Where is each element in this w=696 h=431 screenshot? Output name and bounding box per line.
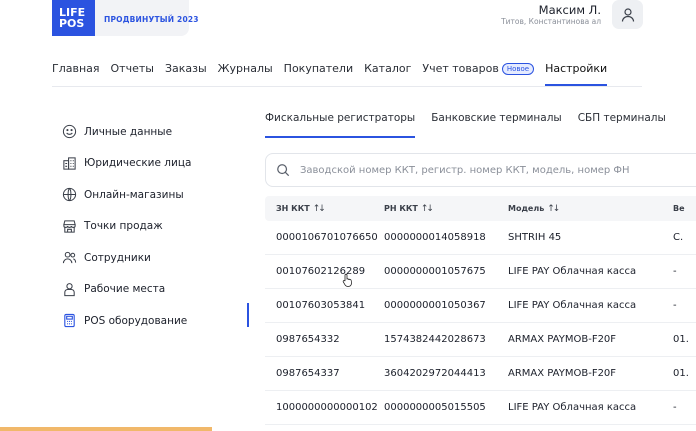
column-header-version[interactable]: Ве <box>673 204 696 213</box>
nav-item-settings[interactable]: Настройки <box>545 62 608 86</box>
cell-model: LIFE PAY Облачная касса <box>508 402 637 413</box>
table-row[interactable]: 0000106701076650 0000000014058918 SHTRIH… <box>265 221 696 255</box>
cell-version: 01. <box>673 334 689 345</box>
table-row[interactable]: 0987654337 3604202972044413 ARMAX PAYMOB… <box>265 357 696 391</box>
column-header-serial[interactable]: ЗН ККТ ↑↓ <box>265 204 384 214</box>
notification-strip <box>0 427 212 431</box>
smile-icon <box>62 125 77 139</box>
settings-sidebar: Личные данные Юридические лица Онлайн-ма… <box>62 116 191 337</box>
cell-serial: 00107602126289 <box>276 266 366 277</box>
search-box[interactable] <box>265 153 696 187</box>
globe-icon <box>62 188 77 202</box>
table-row[interactable]: 1000000000000102 0000000005015505 LIFE P… <box>265 391 696 425</box>
plan-caption: ПРОДВИНУТЫЙ 2023 <box>104 15 199 24</box>
store-icon <box>63 220 76 233</box>
sidebar-item-legal-entities[interactable]: Юридические лица <box>62 148 191 180</box>
cell-serial: 00107603053841 <box>276 300 366 311</box>
cell-serial: 0000106701076650 <box>276 232 378 243</box>
equipment-tabs: Фискальные регистраторы Банковские терми… <box>265 112 682 138</box>
tab-bank-terminals[interactable]: Банковские терминалы <box>431 112 561 124</box>
cell-model: ARMAX PAYMOB-F20F <box>508 334 617 345</box>
cell-reg-number: 0000000001050367 <box>384 300 486 311</box>
cell-reg-number: 0000000001057675 <box>384 266 486 277</box>
main-navigation: Главная Отчеты Заказы Журналы Покупатели… <box>52 62 618 86</box>
user-icon <box>621 7 634 22</box>
sidebar-item-points-of-sale[interactable]: Точки продаж <box>62 211 191 243</box>
table-header: ЗН ККТ ↑↓ РН ККТ ↑↓ Модель ↑↓ Ве <box>265 196 696 221</box>
sidebar-item-workplaces[interactable]: Рабочие места <box>62 274 191 306</box>
cell-serial: 1000000000000102 <box>276 402 378 413</box>
cell-version: - <box>673 266 677 277</box>
sidebar-item-personal-data[interactable]: Личные данные <box>62 116 191 148</box>
nav-item-reports[interactable]: Отчеты <box>111 62 154 84</box>
tab-sbp-terminals[interactable]: СБП терминалы <box>578 112 666 124</box>
table-row[interactable]: 0987654332 1574382442028673 ARMAX PAYMOB… <box>265 323 696 357</box>
cell-version: - <box>673 402 677 413</box>
search-input[interactable] <box>298 163 682 177</box>
sort-icon[interactable]: ↑↓ <box>547 204 560 214</box>
nav-divider <box>52 86 642 87</box>
logo[interactable]: LIFE POS ПРОДВИНУТЫЙ 2023 <box>52 0 199 36</box>
cell-reg-number: 0000000014058918 <box>384 232 486 243</box>
sidebar-item-employees[interactable]: Сотрудники <box>62 242 191 274</box>
user-organization: Титов, Константинова ал <box>501 17 601 26</box>
user-name[interactable]: Максим Л. <box>539 3 601 17</box>
column-header-reg-number[interactable]: РН ККТ ↑↓ <box>384 204 508 214</box>
logo-line2: POS <box>59 17 85 30</box>
building-icon <box>63 157 76 170</box>
table-row[interactable]: 00107603053841 0000000001050367 LIFE PAY… <box>265 289 696 323</box>
sidebar-item-pos-equipment[interactable]: POS оборудование <box>62 305 191 337</box>
nav-item-orders[interactable]: Заказы <box>165 62 207 84</box>
cell-serial: 0987654332 <box>276 334 340 345</box>
nav-item-customers[interactable]: Покупатели <box>284 62 353 84</box>
sidebar-active-indicator <box>247 303 249 327</box>
nav-item-journals[interactable]: Журналы <box>218 62 273 84</box>
cell-reg-number: 3604202972044413 <box>384 368 486 379</box>
sidebar-item-online-stores[interactable]: Онлайн-магазины <box>62 179 191 211</box>
new-badge: Новое <box>501 63 535 75</box>
table-row[interactable]: 00107602126289 0000000001057675 LIFE PAY… <box>265 255 696 289</box>
logo-mark: LIFE POS <box>52 0 95 36</box>
cell-model: LIFE PAY Облачная касса <box>508 300 637 311</box>
pos-icon <box>64 314 75 328</box>
hand-cursor-icon <box>342 273 352 287</box>
cell-serial: 0987654337 <box>276 368 340 379</box>
nav-item-home[interactable]: Главная <box>52 62 100 84</box>
cell-reg-number: 0000000005015505 <box>384 402 486 413</box>
cell-model: SHTRIH 45 <box>508 232 562 243</box>
search-icon <box>277 164 290 177</box>
tab-fiscal-registrars[interactable]: Фискальные регистраторы <box>265 112 416 138</box>
avatar[interactable] <box>612 0 643 29</box>
cell-model: ARMAX PAYMOB-F20F <box>508 368 617 379</box>
column-header-model[interactable]: Модель ↑↓ <box>508 204 673 214</box>
fiscal-registrars-table: ЗН ККТ ↑↓ РН ККТ ↑↓ Модель ↑↓ Ве 0000106701… <box>265 196 696 425</box>
cell-model: LIFE PAY Облачная касса <box>508 266 637 277</box>
workplace-icon <box>64 282 75 296</box>
sort-icon[interactable]: ↑↓ <box>421 204 434 214</box>
sort-icon[interactable]: ↑↓ <box>313 204 326 214</box>
cell-reg-number: 1574382442028673 <box>384 334 486 345</box>
users-icon <box>62 252 77 264</box>
cell-version: 01. <box>673 368 689 379</box>
cell-version: С. <box>673 232 684 243</box>
nav-item-inventory[interactable]: Учет товаров Новое <box>422 62 535 84</box>
cell-version: - <box>673 300 677 311</box>
nav-item-catalog[interactable]: Каталог <box>364 62 411 84</box>
